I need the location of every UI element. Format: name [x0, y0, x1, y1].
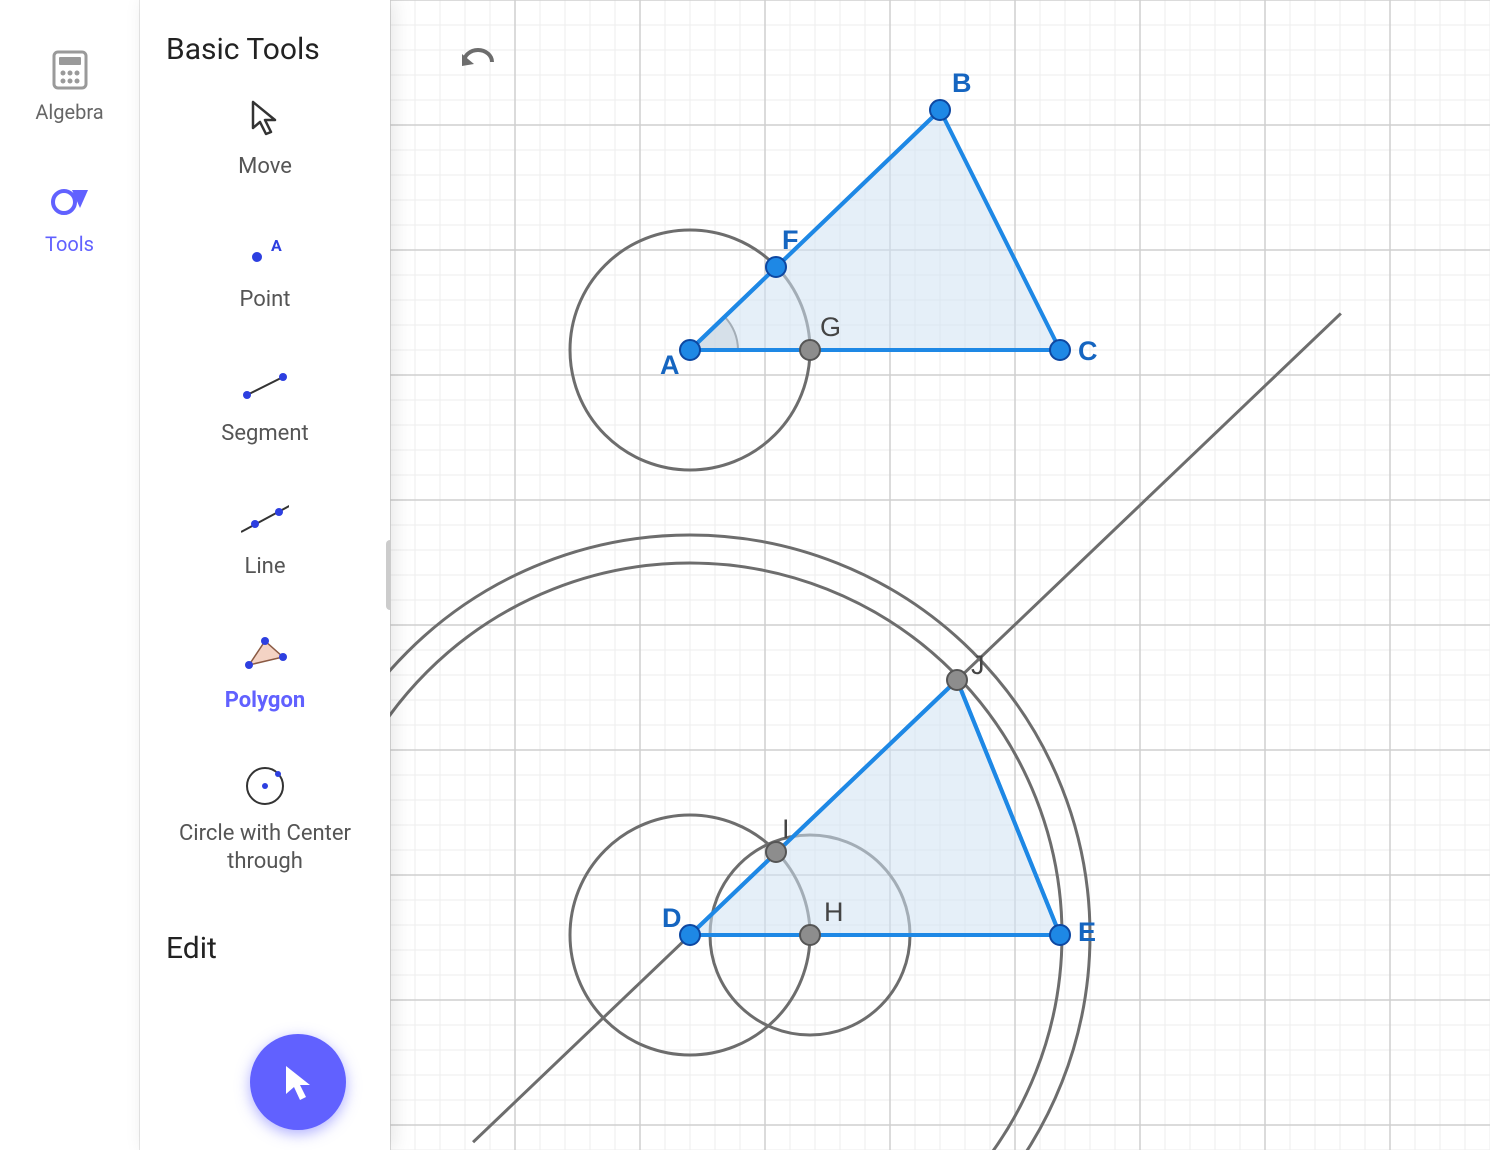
tool-segment-label: Segment [221, 420, 308, 448]
calculator-icon [48, 48, 92, 92]
circle-center-icon [241, 762, 289, 810]
geometry-canvas[interactable]: A B C F G D E H I J [390, 0, 1490, 1150]
tools-panel-title: Basic Tools [160, 30, 370, 71]
svg-text:B: B [952, 68, 972, 98]
svg-text:C: C [1078, 336, 1098, 366]
point-icon: A [241, 228, 289, 276]
view-algebra[interactable]: Algebra [35, 48, 103, 124]
segment-icon [241, 362, 289, 410]
svg-text:A: A [271, 237, 282, 255]
tool-line[interactable]: Line [241, 495, 289, 581]
canvas-svg: A B C F G D E H I J [390, 0, 1490, 1150]
svg-text:J: J [971, 650, 985, 680]
tool-polygon-label: Polygon [225, 687, 306, 715]
tool-point-label: Point [240, 286, 291, 314]
tool-point[interactable]: A Point [240, 228, 291, 314]
svg-text:A: A [660, 350, 680, 380]
tools-panel: Basic Tools Move A Point Segment [140, 0, 390, 1150]
svg-text:F: F [782, 225, 799, 255]
mode-fab[interactable] [250, 1034, 346, 1130]
tool-line-label: Line [244, 553, 285, 581]
tool-move[interactable]: Move [238, 95, 292, 181]
shapes-icon [48, 180, 92, 224]
polygon-icon [241, 629, 289, 677]
line-icon [241, 495, 289, 543]
tool-circle-label: Circle with Center through [160, 820, 370, 875]
view-tools-label: Tools [45, 232, 94, 256]
tool-circle[interactable]: Circle with Center through [160, 762, 370, 875]
edit-section-heading: Edit [160, 931, 370, 966]
svg-text:E: E [1078, 917, 1096, 947]
svg-text:H: H [824, 897, 844, 927]
tool-polygon[interactable]: Polygon [225, 629, 306, 715]
view-rail: Algebra Tools [0, 0, 140, 1150]
view-algebra-label: Algebra [35, 100, 103, 124]
view-tools[interactable]: Tools [45, 180, 94, 256]
svg-text:G: G [820, 312, 841, 342]
tool-move-label: Move [238, 153, 292, 181]
panel-scrollbar-thumb[interactable] [386, 540, 390, 610]
svg-text:D: D [662, 903, 682, 933]
cursor-icon [241, 95, 289, 143]
cursor-filled-icon [278, 1062, 318, 1102]
undo-icon [458, 46, 498, 76]
tool-segment[interactable]: Segment [221, 362, 308, 448]
tool-list: Move A Point Segment Line [160, 95, 370, 876]
svg-text:I: I [782, 814, 790, 844]
